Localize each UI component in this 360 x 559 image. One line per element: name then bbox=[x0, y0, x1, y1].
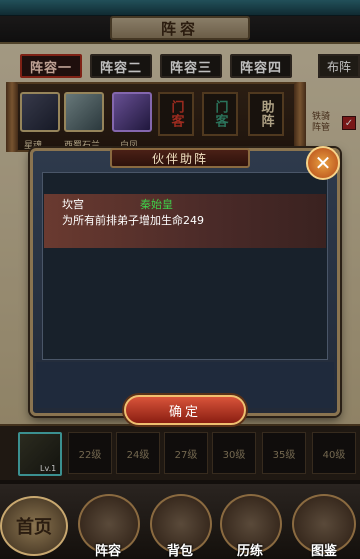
home-button[interactable]: 首页 bbox=[0, 496, 68, 556]
nav-atlas-label: 图鉴 bbox=[310, 544, 337, 559]
effect-description: 为所有前排弟子增加生命249 bbox=[62, 214, 204, 227]
close-icon[interactable]: ✕ bbox=[306, 146, 340, 180]
effect-position: 坎宫 bbox=[62, 198, 84, 211]
nav-formation-label: 阵容 bbox=[94, 544, 121, 559]
effect-hero-name: 秦始皇 bbox=[140, 198, 173, 211]
dialog-title: 伙伴助阵 bbox=[110, 148, 250, 168]
confirm-button[interactable]: 确定 bbox=[124, 395, 246, 425]
nav-bag-label: 背包 bbox=[166, 544, 193, 559]
nav-training-label: 历练 bbox=[236, 544, 263, 559]
